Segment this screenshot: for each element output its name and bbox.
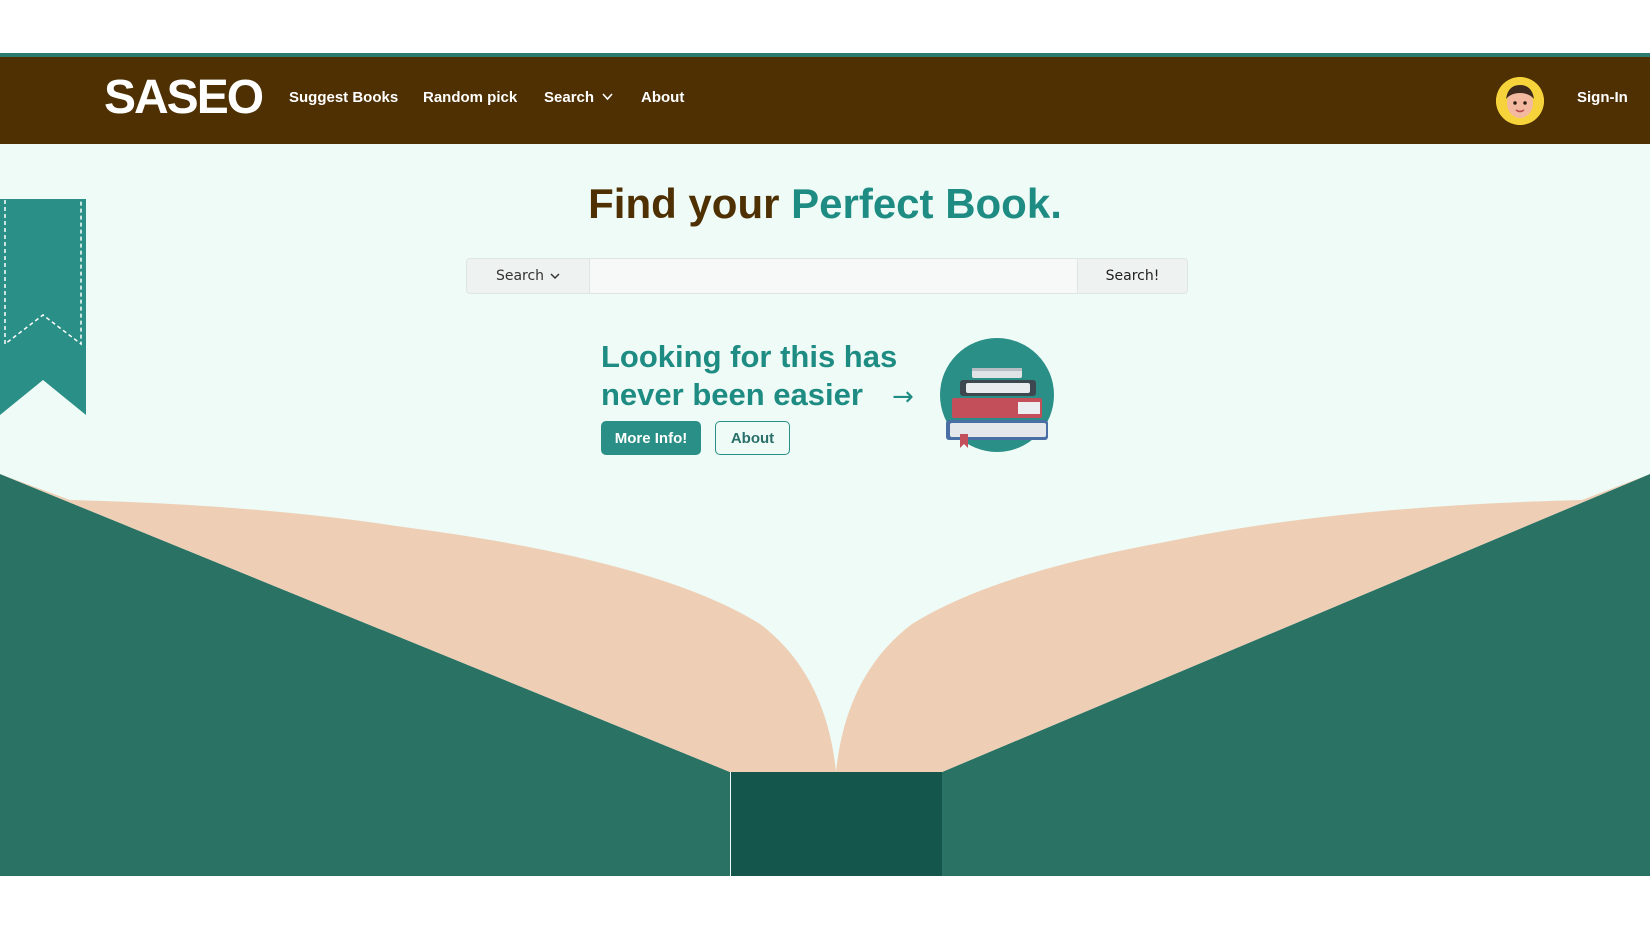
search-bar: Search Search! xyxy=(466,258,1188,294)
bookmark-ribbon-icon xyxy=(0,199,86,415)
search-type-label: Search xyxy=(495,268,545,284)
search-input[interactable] xyxy=(590,259,1077,293)
about-button[interactable]: About xyxy=(715,421,790,455)
search-submit-button[interactable]: Search! xyxy=(1077,259,1187,293)
arrow-right-icon: → xyxy=(892,382,914,412)
nav-search-label: Search xyxy=(544,89,595,106)
nav-suggest-books[interactable]: Suggest Books xyxy=(289,89,398,106)
avatar[interactable] xyxy=(1496,77,1544,125)
book-stack-icon xyxy=(940,338,1054,452)
promo-heading: Looking for this has never been easier xyxy=(601,338,941,414)
site-logo[interactable]: SASEO xyxy=(104,70,264,125)
chevron-down-icon xyxy=(550,272,560,279)
nav-random-pick[interactable]: Random pick xyxy=(423,89,517,106)
hero-title-part1: Find your xyxy=(588,180,780,227)
nav-search-dropdown[interactable]: Search xyxy=(544,89,613,106)
promo-line-2: never been easier xyxy=(601,377,863,412)
hero-title: Find your Perfect Book. xyxy=(0,180,1650,228)
search-type-select[interactable]: Search xyxy=(467,259,590,293)
nav-about[interactable]: About xyxy=(641,89,684,106)
open-book-illustration xyxy=(0,474,1650,876)
promo-line-1: Looking for this has xyxy=(601,339,898,374)
user-avatar-icon xyxy=(1496,77,1544,125)
more-info-button[interactable]: More Info! xyxy=(601,421,701,455)
main-content: Find your Perfect Book. Search Search! L… xyxy=(0,144,1650,876)
navbar: SASEO Suggest Books Random pick Search A… xyxy=(0,57,1650,144)
top-whitespace xyxy=(0,0,1650,53)
hero-title-part2: Perfect Book. xyxy=(791,180,1062,227)
sign-in-link[interactable]: Sign-In xyxy=(1577,89,1628,106)
chevron-down-icon xyxy=(602,92,613,104)
